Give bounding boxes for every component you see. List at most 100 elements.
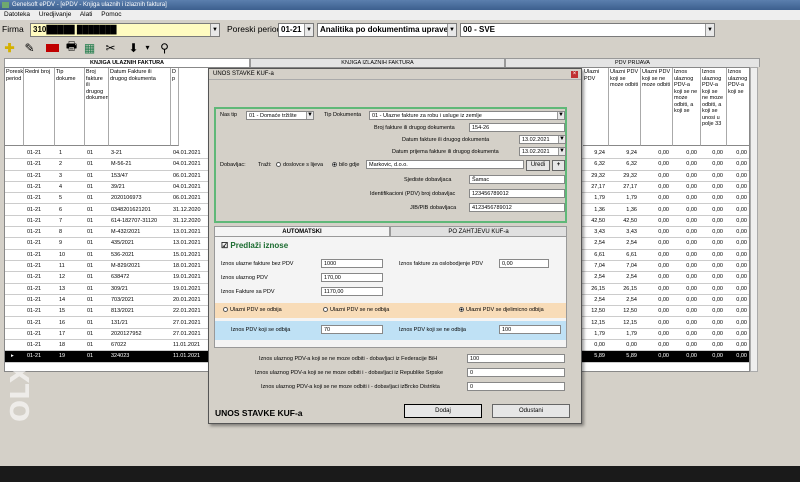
table-cell: 01 bbox=[87, 263, 94, 269]
chevron-down-icon[interactable]: ▼ bbox=[306, 112, 313, 119]
table-cell: 0,00 bbox=[686, 296, 697, 303]
table-cell: 12,15 bbox=[591, 319, 605, 326]
column-header[interactable]: Ulazni PDV koji se moze odbiti bbox=[609, 68, 641, 146]
add-dobavljac-button[interactable]: + bbox=[552, 160, 565, 171]
scrollbar[interactable] bbox=[750, 67, 758, 372]
table-cell: 7,04 bbox=[626, 263, 637, 269]
nas-tip-select[interactable]: 01 - Domaće tržište ▼ bbox=[246, 111, 314, 120]
poreski-period-select[interactable]: 01-21 ▼ bbox=[278, 23, 314, 37]
table-cell: 0,00 bbox=[736, 240, 747, 247]
sve-select[interactable]: 00 - SVE ▼ bbox=[460, 23, 715, 37]
column-header[interactable]: Ulazni PDV koji se ne moze odbiti bbox=[641, 68, 673, 146]
edit-icon[interactable]: ✎ bbox=[22, 40, 37, 55]
column-header[interactable]: Iznos ulaznog PDV-a koji se ne moze odbi… bbox=[673, 68, 701, 146]
chevron-down-icon[interactable]: ▼ bbox=[705, 24, 714, 36]
dobavljac-input[interactable]: Markovic, d.o.o. bbox=[366, 160, 524, 169]
tools-icon[interactable]: ✂ bbox=[103, 40, 118, 55]
table-cell: 2,54 bbox=[626, 296, 637, 303]
table-cell: 11 bbox=[59, 263, 65, 269]
column-header[interactable]: Iznos ulaznog PDV-a koji se ne moze odbi… bbox=[701, 68, 727, 146]
table-cell: 0,00 bbox=[712, 217, 723, 224]
column-header[interactable]: Redni broj bbox=[24, 68, 55, 146]
radio-bilo-gdje[interactable]: bilo gdje bbox=[332, 162, 360, 168]
bez-pdv-input[interactable]: 1000 bbox=[321, 259, 383, 268]
chevron-down-icon[interactable]: ▼ bbox=[558, 148, 565, 155]
table-cell: 0,00 bbox=[712, 285, 723, 292]
oslobodjenje-input[interactable]: 0,00 bbox=[499, 259, 549, 268]
djelimicno-label: Ulazni PDV se djelimicno odbija bbox=[466, 307, 544, 313]
table-cell: 01-21 bbox=[27, 150, 42, 156]
add-icon[interactable]: ✚ bbox=[2, 40, 17, 55]
table-cell: 614-182707-31120 bbox=[111, 217, 158, 224]
table-cell: 1,79 bbox=[594, 330, 605, 337]
brcko-input[interactable]: 0 bbox=[467, 382, 565, 391]
radio-ne-odbija[interactable]: Ulazni PDV se ne odbija bbox=[323, 307, 389, 313]
broj-fakture-input[interactable]: 154-26 bbox=[469, 123, 565, 132]
chevron-down-icon[interactable]: ▼ bbox=[557, 112, 564, 119]
table-cell: 0,00 bbox=[712, 195, 723, 202]
fbih-input[interactable]: 100 bbox=[467, 354, 565, 363]
ulazni-pdv-input[interactable]: 170,00 bbox=[321, 273, 383, 282]
table-cell: 0,00 bbox=[736, 217, 747, 224]
ne-odbija-iznos-input[interactable]: 100 bbox=[499, 325, 561, 334]
column-header[interactable]: Ulazni PDV bbox=[583, 68, 609, 146]
sa-pdv-input[interactable]: 1170,00 bbox=[321, 287, 383, 296]
menu-uredjivanje[interactable]: Uredjivanje bbox=[39, 11, 72, 18]
table-cell: 01 bbox=[87, 285, 94, 292]
chevron-down-icon[interactable]: ▼ bbox=[558, 136, 565, 143]
tab-izlazne[interactable]: KNJIGA IZLAZNIH FAKTURA bbox=[250, 58, 505, 67]
firma-select[interactable]: 310█████ ███████ ▼ bbox=[30, 23, 220, 37]
rs-input[interactable]: 0 bbox=[467, 368, 565, 377]
download-icon[interactable]: ⬇ bbox=[126, 40, 141, 55]
uredi-button[interactable]: Uredi bbox=[526, 160, 550, 171]
tab-ulazne[interactable]: KNJIGA ULAZNIH FAKTURA bbox=[4, 58, 250, 67]
table-cell: 39/21 bbox=[111, 183, 125, 190]
jib-input[interactable]: 4123456789012 bbox=[469, 203, 565, 212]
table-cell: 0,00 bbox=[686, 206, 697, 213]
sjediste-label: Sjediste dobavljaca bbox=[404, 177, 452, 183]
rs-label: Iznos ulaznog PDV-a koji se ne moze odbi… bbox=[255, 370, 444, 376]
chevron-down-icon[interactable]: ▼ bbox=[304, 24, 313, 36]
column-header[interactable]: Datum Fakture ili drugog dokumenta bbox=[109, 68, 171, 146]
table-cell: 01 bbox=[87, 183, 94, 190]
menu-alati[interactable]: Alati bbox=[80, 11, 93, 18]
sjediste-input[interactable]: Šamac bbox=[469, 175, 565, 184]
datum-fakture-input[interactable]: 13.02.2021 ▼ bbox=[519, 135, 566, 144]
column-header[interactable]: D p bbox=[171, 68, 179, 146]
predlazi-checkbox[interactable]: ☑ Predlaži iznose bbox=[221, 241, 288, 250]
table-cell: 0,00 bbox=[658, 195, 669, 202]
tab-automatski[interactable]: AUTOMATSKI bbox=[214, 226, 390, 236]
table-cell: 01-21 bbox=[27, 330, 42, 337]
delete-button[interactable] bbox=[45, 40, 60, 55]
column-header[interactable]: Poreski period bbox=[5, 68, 24, 146]
export-icon[interactable]: ▦ bbox=[82, 40, 97, 55]
chevron-down-icon[interactable]: ▼ bbox=[447, 24, 456, 36]
ident-input[interactable]: 123456789012 bbox=[469, 189, 565, 198]
dodaj-button[interactable]: Dodaj bbox=[404, 404, 482, 418]
chevron-down-icon[interactable]: ▾ bbox=[140, 40, 155, 55]
radio-odbija[interactable]: Ulazni PDV se odbija bbox=[223, 307, 282, 313]
tip-dok-label: Tip Dokumenta bbox=[324, 112, 362, 118]
column-header[interactable]: Broj fakture ili drugog dokumenta bbox=[85, 68, 109, 146]
koji-se-odbija-input[interactable]: 70 bbox=[321, 325, 383, 334]
radio-doslovce[interactable]: doslovce s lijeva bbox=[276, 162, 323, 168]
menu-pomoc[interactable]: Pomoc bbox=[101, 11, 121, 18]
radio-djelimicno[interactable]: Ulazni PDV se djelimicno odbija bbox=[459, 307, 544, 313]
odustani-button[interactable]: Odustani bbox=[492, 404, 570, 418]
table-cell: 0,00 bbox=[658, 251, 669, 258]
datum-prijema-input[interactable]: 13.02.2021 ▼ bbox=[519, 147, 566, 156]
analitika-select[interactable]: Analitika po dokumentima uprave ▼ bbox=[317, 23, 457, 37]
table-cell: 0,00 bbox=[712, 206, 723, 213]
close-icon[interactable]: × bbox=[571, 71, 578, 78]
menu-datoteka[interactable]: Datoteka bbox=[4, 11, 30, 18]
tip-dokumenta-select[interactable]: 01 - Ulazne fakture za robu i usluge iz … bbox=[369, 111, 565, 120]
search-icon[interactable]: ⚲ bbox=[157, 40, 172, 55]
table-cell: 27.01.2021 bbox=[173, 319, 201, 326]
tab-prijava[interactable]: PDV PRIJAVA bbox=[505, 58, 760, 67]
table-cell: 22.01.2021 bbox=[173, 308, 201, 315]
tab-po-zahtjevu[interactable]: PO ZAHTJEVU KUF-a bbox=[390, 226, 567, 236]
column-header[interactable]: Tip dokume bbox=[55, 68, 85, 146]
print-icon[interactable]: 🖶 bbox=[64, 39, 79, 55]
chevron-down-icon[interactable]: ▼ bbox=[210, 24, 219, 36]
column-header[interactable]: Iznos ulaznog PDV-a koji se bbox=[727, 68, 749, 146]
